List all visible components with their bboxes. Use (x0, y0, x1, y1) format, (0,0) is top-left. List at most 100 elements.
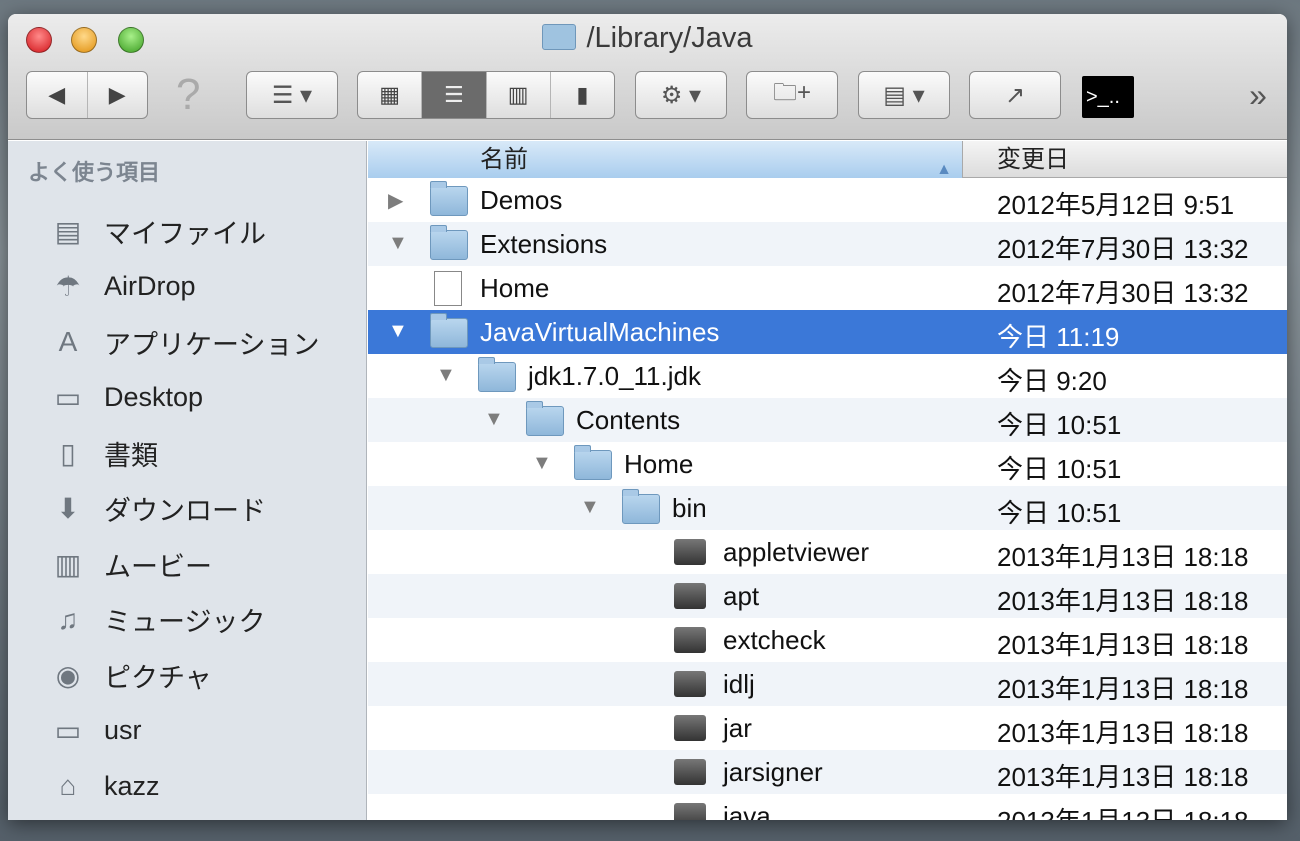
disclosure-triangle-expanded-icon[interactable]: ▼ (532, 452, 552, 475)
forward-button[interactable]: ▶ (88, 72, 148, 118)
file-date: 今日 10:51 (997, 498, 1122, 528)
file-date: 2013年1月13日 18:18 (997, 718, 1249, 748)
back-button[interactable]: ◀ (27, 72, 88, 118)
folder-icon (622, 489, 660, 524)
music-icon: ♫ (57, 603, 79, 635)
file-row[interactable]: ▼ Contents 今日 10:51 (368, 398, 1287, 442)
sidebar-item[interactable]: A アプリケーション (48, 320, 320, 364)
file-row[interactable]: apt 2013年1月13日 18:18 (368, 574, 1287, 618)
sidebar-item[interactable]: ◉ ピクチャ (48, 653, 212, 697)
sidebar-heading: よく使う項目 (28, 160, 161, 185)
share-button[interactable]: ↗ (969, 71, 1061, 119)
sidebar-item[interactable]: ▤ マイファイル (48, 209, 266, 253)
file-row[interactable]: Home 2012年7月30日 13:32 (368, 266, 1287, 310)
arrange-button[interactable]: ☰ ▾ (246, 71, 338, 119)
column-view-button[interactable]: ▥ (487, 72, 551, 118)
sidebar-item[interactable]: ⌂ kazz (48, 764, 160, 808)
sidebar-item[interactable]: ▥ ムービー (48, 542, 212, 586)
folder-icon (542, 24, 577, 50)
file-row[interactable]: idlj 2013年1月13日 18:18 (368, 662, 1287, 706)
all-my-files-icon: ▤ (54, 215, 82, 247)
sidebar: よく使う項目 ▤ マイファイル ☂ AirDrop A アプリケーション ▭ Desktop ▯… (8, 141, 367, 820)
file-row[interactable]: extcheck 2013年1月13日 18:18 (368, 618, 1287, 662)
sidebar-item-label: ピクチャ (104, 662, 212, 693)
toolbar-overflow-button[interactable]: » (1238, 71, 1278, 119)
file-name: JavaVirtualMachines (480, 317, 720, 347)
help-icon[interactable]: ? (176, 70, 200, 119)
file-date: 2012年7月30日 13:32 (997, 234, 1249, 264)
disclosure-triangle-expanded-icon[interactable]: ▼ (436, 364, 456, 387)
file-name: jarsigner (723, 757, 823, 787)
executable-icon (674, 715, 706, 741)
file-row[interactable]: ▼ jdk1.7.0_11.jdk 今日 9:20 (368, 354, 1287, 398)
file-name: jar (723, 713, 752, 743)
sidebar-item-label: ムービー (104, 551, 212, 582)
executable-icon (674, 671, 706, 697)
sidebar-item[interactable]: ♫ ミュージック (48, 598, 266, 642)
folder-icon (430, 313, 468, 348)
pictures-icon: ◉ (55, 659, 81, 691)
sidebar-item[interactable]: ▭ usr (48, 709, 142, 753)
folder-icon (430, 225, 468, 260)
sidebar-item-label: AirDrop (104, 271, 196, 301)
sidebar-item-label: ミュージック (104, 607, 266, 637)
file-row[interactable]: ▶ Demos 2012年5月12日 9:51 (368, 178, 1287, 222)
executable-icon (674, 627, 706, 653)
disclosure-triangle-expanded-icon[interactable]: ▼ (580, 496, 600, 519)
file-date: 2013年1月13日 18:18 (997, 630, 1249, 660)
desktop-icon: ▭ (54, 382, 82, 413)
name-column-label: 名前 (480, 146, 528, 173)
file-name: apt (723, 581, 760, 611)
action-button[interactable]: ⚙ ▾ (635, 71, 727, 119)
file-date: 2013年1月13日 18:18 (997, 674, 1249, 704)
arrange-grid-button[interactable]: ▤ ▾ (858, 71, 950, 119)
window-title-text: /Library/Java (586, 22, 753, 54)
movies-icon: ▥ (54, 548, 82, 580)
sidebar-item-label: Desktop (104, 382, 204, 412)
file-row[interactable]: appletviewer 2013年1月13日 18:18 (368, 530, 1287, 574)
file-row[interactable]: ▼ JavaVirtualMachines 今日 11:19 (368, 310, 1287, 354)
sidebar-item[interactable]: ▭ Desktop (48, 376, 203, 420)
coverflow-view-button[interactable]: ▮ (551, 72, 614, 118)
file-name: idlj (723, 669, 755, 699)
sidebar-item[interactable]: ⬇ ダウンロード (48, 487, 266, 531)
icon-view-button[interactable]: ▦ (358, 72, 423, 118)
file-row[interactable]: jar 2013年1月13日 18:18 (368, 706, 1287, 750)
new-folder-button[interactable]: 🗀+ (746, 71, 838, 119)
file-date: 2013年1月13日 18:18 (997, 801, 1249, 820)
file-row[interactable]: java 2013年1月13日 18:18 (368, 794, 1287, 820)
sidebar-item[interactable]: ☂ AirDrop (48, 265, 196, 309)
share-icon: ↗ (1004, 81, 1026, 109)
name-column-header[interactable]: 名前 ▲ (368, 141, 963, 178)
new-folder-icon: 🗀+ (772, 78, 811, 106)
finder-window: /Library/Java ◀ ▶ ? ☰ ▾ ▦ ☰ ▥ ▮ ⚙ ▾ 🗀+ ▤ … (8, 14, 1287, 820)
file-row[interactable]: ▼ Extensions 2012年7月30日 13:32 (368, 222, 1287, 266)
sidebar-item-label: 書類 (104, 440, 158, 471)
folder-icon (430, 181, 468, 216)
file-date: 今日 9:20 (997, 366, 1107, 396)
file-name: Contents (576, 405, 681, 435)
terminal-icon[interactable]: >_.. (1082, 76, 1134, 118)
list-view-button[interactable]: ☰ (422, 72, 487, 118)
file-row[interactable]: ▼ bin 今日 10:51 (368, 486, 1287, 530)
file-date: 2012年5月12日 9:51 (997, 190, 1235, 220)
disclosure-triangle-collapsed-icon[interactable]: ▶ (388, 188, 403, 213)
disclosure-triangle-expanded-icon[interactable]: ▼ (388, 320, 408, 343)
disclosure-triangle-expanded-icon[interactable]: ▼ (484, 408, 504, 431)
file-name: appletviewer (723, 537, 869, 567)
gear-icon: ⚙ ▾ (660, 81, 702, 109)
date-column-header[interactable]: 変更日 (997, 141, 1069, 178)
file-date: 今日 10:51 (997, 410, 1122, 440)
file-row[interactable]: ▼ Home 今日 10:51 (368, 442, 1287, 486)
file-date: 2013年1月13日 18:18 (997, 586, 1249, 616)
sidebar-item-label: usr (104, 715, 142, 745)
file-row[interactable]: jarsigner 2013年1月13日 18:18 (368, 750, 1287, 794)
applications-icon: A (58, 326, 78, 357)
sidebar-item[interactable]: ▯ 書類 (48, 431, 158, 475)
disclosure-triangle-expanded-icon[interactable]: ▼ (388, 232, 408, 255)
file-name: Extensions (480, 229, 608, 259)
grid-icon: ▤ ▾ (883, 81, 925, 109)
executable-icon (674, 583, 706, 609)
executable-icon (674, 803, 706, 820)
file-name: bin (672, 493, 707, 523)
